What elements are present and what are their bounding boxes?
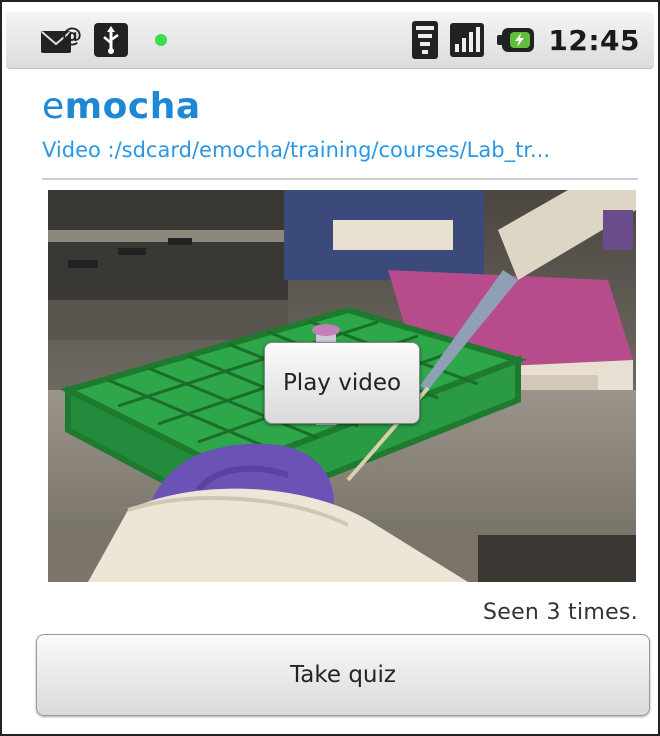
logo-name: mocha xyxy=(64,86,201,127)
logo-prefix: e xyxy=(42,86,65,127)
wifi-icon xyxy=(412,21,439,59)
usb-icon xyxy=(94,23,128,57)
seen-count-label: Seen 3 times. xyxy=(482,600,638,625)
signal-icon xyxy=(450,23,485,57)
video-path-label: Video :/sdcard/emocha/training/courses/L… xyxy=(42,138,551,162)
play-video-button[interactable]: Play video xyxy=(264,342,420,424)
header-divider xyxy=(42,178,638,180)
led-dot-icon xyxy=(154,33,168,47)
email-notification-icon: @ xyxy=(40,23,86,57)
app-logo: emocha xyxy=(42,86,201,127)
battery-charging-icon xyxy=(496,26,536,54)
svg-text:@: @ xyxy=(62,23,82,47)
phone-screen: @ 12:45 emocha Video:/sdcard/emocha/tra… xyxy=(0,0,660,736)
status-bar: @ 12:45 xyxy=(6,12,654,69)
clock: 12:45 xyxy=(548,23,640,57)
take-quiz-button[interactable]: Take quiz xyxy=(36,634,650,716)
